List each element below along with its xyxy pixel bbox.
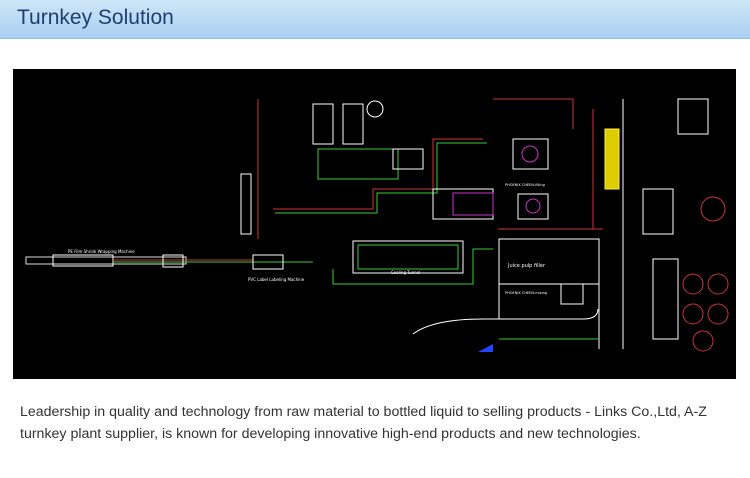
label-cooling: Cooling Tunnel (391, 270, 420, 275)
label-labeling: PVC Label Labeling Machine (248, 277, 305, 282)
label-filler: Juice pulp filler (507, 263, 546, 269)
label-filling: PHOENIX CHEEN-filling (505, 183, 545, 187)
plant-layout-drawing: PE Film Shrink Wrapping Machine PVC Labe… (13, 69, 736, 379)
cad-layout-svg: PE Film Shrink Wrapping Machine PVC Labe… (25, 98, 729, 352)
label-shrink-wrap: PE Film Shrink Wrapping Machine (68, 249, 135, 254)
label-mixing: PHOENIX CHEEN-mixing (505, 291, 547, 295)
header-bar: Turnkey Solution (0, 0, 750, 39)
description-text: Leadership in quality and technology fro… (20, 404, 707, 442)
page-title: Turnkey Solution (17, 6, 174, 29)
